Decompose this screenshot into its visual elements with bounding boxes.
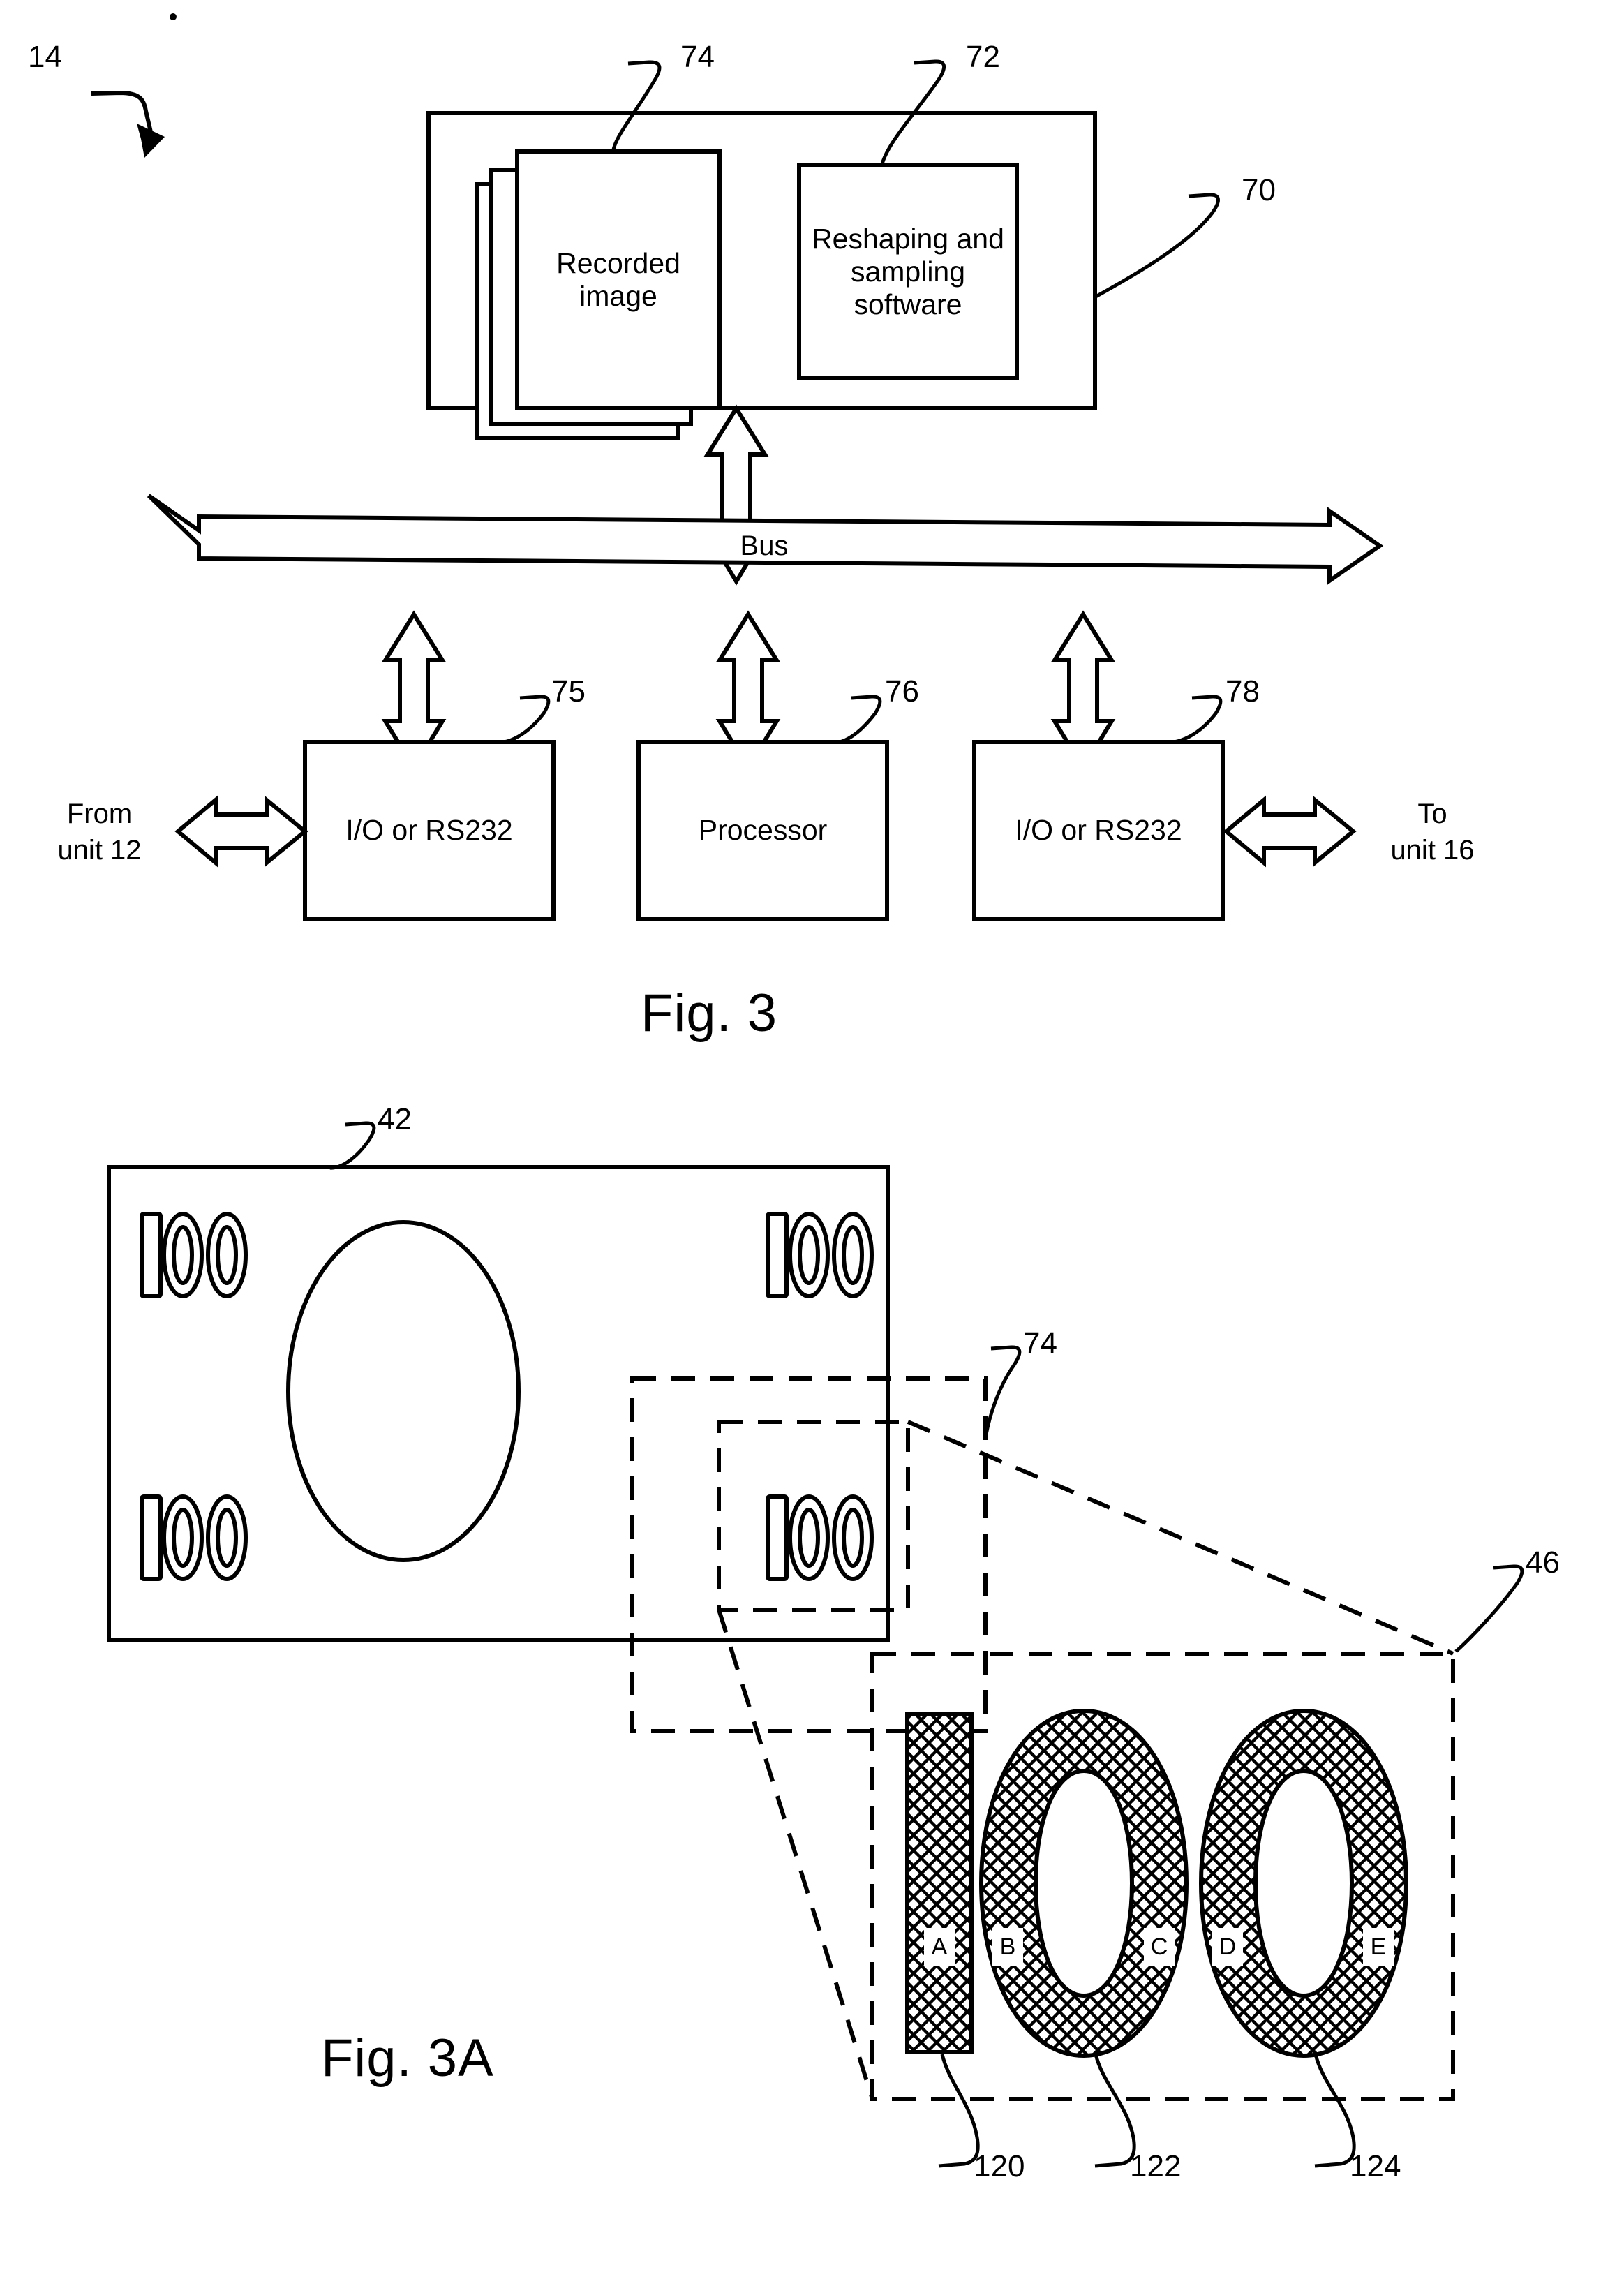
figure-caption-3a: Fig. 3A: [321, 2028, 494, 2088]
lead-line-120: [938, 2054, 980, 2168]
ref-124: 124: [1350, 2149, 1401, 2183]
lead-line-74a: [984, 1345, 1022, 1435]
software-label-text: Reshaping and sampling software: [812, 222, 1004, 320]
patent-drawing-sheet: 14 74 72 70 75 76 78 Recorded image Resh…: [0, 0, 1624, 2293]
module-label-75: I/O or RS232: [305, 742, 553, 919]
module-label-78-text: I/O or RS232: [1015, 814, 1182, 846]
sample-point-d-text: D: [1219, 1933, 1237, 1960]
module-label-78: I/O or RS232: [974, 742, 1223, 919]
denomination-bottom-left: [140, 1494, 248, 1581]
software-label: Reshaping and sampling software: [799, 165, 1017, 378]
ref-14: 14: [28, 40, 62, 74]
denomination-top-left: [140, 1212, 248, 1298]
lead-line-122: [1094, 2054, 1136, 2168]
port-label-to-unit-16: To unit 16: [1357, 785, 1507, 880]
module-label-76: Processor: [639, 742, 887, 919]
scan-artifact-dot: [170, 13, 177, 20]
sample-point-d: D: [1212, 1928, 1243, 1966]
ref-42: 42: [378, 1102, 412, 1136]
port-label-to-unit-16-text: To unit 16: [1390, 799, 1475, 866]
lead-line-76: [839, 695, 882, 744]
module-label-75-text: I/O or RS232: [345, 814, 513, 846]
module-label-76-text: Processor: [698, 814, 828, 846]
portrait-oval: [286, 1220, 521, 1562]
sample-point-c-text: C: [1150, 1933, 1168, 1960]
denomination-sampled: [766, 1494, 874, 1581]
sample-point-a: A: [924, 1928, 955, 1966]
lead-line-46: [1454, 1564, 1524, 1653]
port-label-from-unit-12-text: From unit 12: [57, 799, 142, 866]
ref-74a: 74: [1023, 1326, 1057, 1360]
denomination-top-right: [766, 1212, 874, 1298]
bus-label: Bus: [691, 525, 837, 567]
magnify-connector-top: [907, 1420, 1454, 1656]
lead-line-42: [329, 1121, 376, 1170]
lead-line-74: [611, 60, 662, 154]
port-label-from-unit-12: From unit 12: [24, 785, 174, 880]
sample-point-b: B: [992, 1928, 1023, 1966]
arrow-from-unit-12: [174, 795, 308, 868]
sample-point-e: E: [1363, 1928, 1394, 1966]
sample-point-a-text: A: [931, 1933, 948, 1960]
ref-70: 70: [1242, 173, 1276, 207]
detail-glyph-bar-120: [905, 1712, 974, 2054]
lead-line-75: [503, 695, 551, 744]
ref-122: 122: [1130, 2149, 1182, 2183]
ref-76: 76: [885, 674, 919, 708]
ref-72: 72: [966, 40, 1000, 74]
detail-glyph-zero-124: [1198, 1708, 1409, 2058]
ref-46: 46: [1526, 1545, 1560, 1580]
detail-glyph-zero-122: [978, 1708, 1189, 2058]
ref-78: 78: [1226, 674, 1260, 708]
ref-74: 74: [680, 40, 715, 74]
sample-point-c: C: [1144, 1928, 1175, 1966]
sample-point-e-text: E: [1370, 1933, 1387, 1960]
lead-line-124: [1313, 2054, 1356, 2168]
ref-75: 75: [551, 674, 586, 708]
lead-line-78: [1173, 695, 1223, 744]
magnify-connector-bottom: [717, 1609, 874, 2100]
figure-caption-3: Fig. 3: [641, 984, 778, 1043]
recorded-image-label-text: Recorded image: [556, 247, 680, 312]
recorded-image-label: Recorded image: [517, 151, 720, 408]
sample-point-b-text: B: [999, 1933, 1016, 1960]
ref-120: 120: [974, 2149, 1025, 2183]
bus-label-text: Bus: [740, 530, 789, 561]
arrow-to-unit-16: [1223, 795, 1357, 868]
lead-line-70: [1094, 193, 1220, 299]
